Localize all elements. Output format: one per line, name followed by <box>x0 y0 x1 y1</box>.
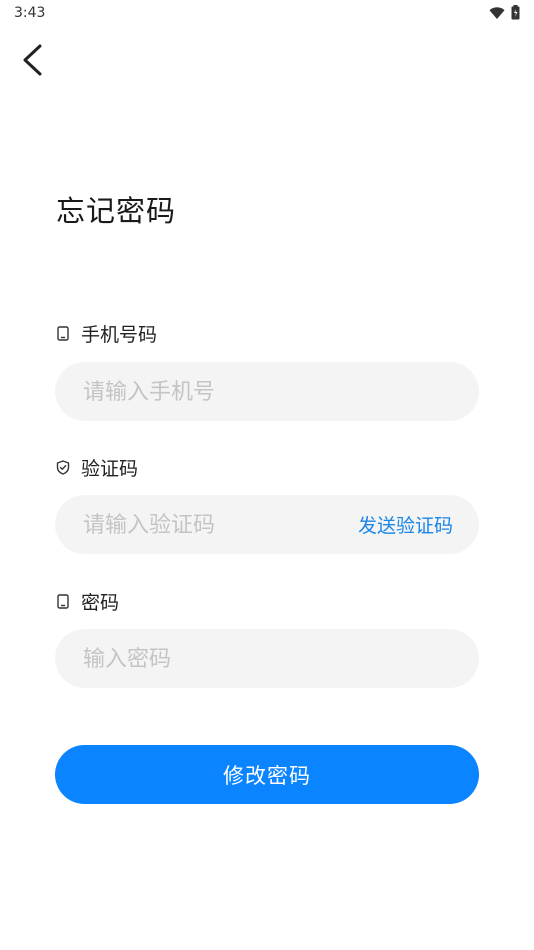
phone-input[interactable] <box>81 362 455 423</box>
status-time: 3:43 <box>14 5 46 21</box>
phone-input-container <box>55 362 479 423</box>
phone-label: 手机号码 <box>81 324 158 346</box>
code-input[interactable] <box>81 495 315 556</box>
status-bar: 3:43 <box>0 0 534 28</box>
password-input[interactable] <box>81 629 455 690</box>
code-input-container: 发送验证码 <box>55 495 479 556</box>
forgot-password-screen: 3:43 忘记密码 手机号码 验证码 发送验证码 <box>0 0 534 950</box>
code-label: 验证码 <box>81 458 139 480</box>
shield-icon <box>55 460 71 476</box>
status-icons <box>489 5 520 24</box>
password-label-row: 密码 <box>55 588 119 615</box>
wifi-icon <box>489 5 505 24</box>
send-code-button[interactable]: 发送验证码 <box>358 495 453 554</box>
phone-icon <box>55 326 71 342</box>
change-password-button[interactable]: 修改密码 <box>55 745 479 804</box>
password-label: 密码 <box>81 592 120 614</box>
page-title: 忘记密码 <box>56 194 177 228</box>
phone-label-row: 手机号码 <box>55 320 157 347</box>
phone-icon <box>55 594 71 610</box>
back-arrow-icon <box>21 44 43 80</box>
password-input-container <box>55 629 479 690</box>
code-label-row: 验证码 <box>55 454 138 481</box>
battery-icon <box>511 5 520 24</box>
back-button[interactable] <box>14 42 50 82</box>
